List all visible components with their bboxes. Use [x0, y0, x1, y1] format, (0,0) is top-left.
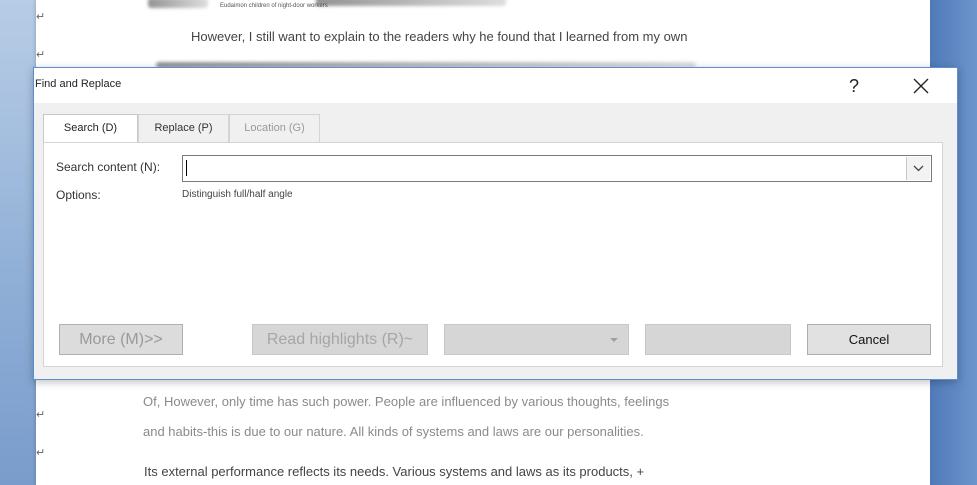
paragraph-mark: ↵	[36, 49, 46, 61]
options-label: Options:	[56, 188, 101, 202]
read-highlights-button[interactable]: Read highlights (R)~	[252, 324, 428, 355]
tab-replace[interactable]: Replace (P)	[138, 114, 229, 142]
document-line: Its external performance reflects its ne…	[144, 464, 645, 479]
document-text-fragment	[316, 0, 506, 6]
help-button[interactable]: ?	[839, 72, 869, 100]
search-content-combobox[interactable]	[182, 155, 932, 182]
document-line: However, I still want to explain to the …	[191, 29, 688, 44]
document-caption: Eudaimon children of night-door workers	[220, 3, 328, 9]
paragraph-mark: ↵	[36, 409, 46, 421]
chevron-down-icon	[913, 165, 924, 172]
find-in-button[interactable]	[444, 324, 629, 355]
document-line: and habits-this is due to our nature. Al…	[143, 424, 644, 439]
search-panel: Search content (N): Options: Distinguish…	[43, 142, 943, 367]
dialog-title: Find and Replace	[35, 78, 122, 90]
dialog-titlebar[interactable]: Find and Replace ?	[34, 68, 957, 103]
search-content-label: Search content (N):	[56, 160, 161, 174]
find-replace-dialog: Find and Replace ? Search (D) Replace (P…	[33, 67, 958, 380]
document-line: Of, However, only time has such power. P…	[143, 394, 670, 409]
cancel-button[interactable]: Cancel	[807, 324, 931, 355]
paragraph-mark: ↵	[36, 11, 46, 23]
more-button[interactable]: More (M)>>	[59, 324, 183, 355]
find-next-button[interactable]	[645, 324, 791, 355]
tab-search[interactable]: Search (D)	[43, 114, 138, 144]
tab-location[interactable]: Location (G)	[229, 114, 320, 142]
close-button[interactable]	[901, 72, 941, 100]
options-value: Distinguish full/half angle	[182, 189, 293, 200]
search-input[interactable]	[184, 157, 910, 180]
search-history-dropdown[interactable]	[906, 157, 930, 180]
paragraph-mark: ↵	[36, 447, 46, 459]
dropdown-arrow-icon	[610, 338, 618, 342]
text-caret	[186, 160, 187, 176]
document-text-fragment	[148, 0, 208, 8]
close-icon	[913, 78, 929, 94]
